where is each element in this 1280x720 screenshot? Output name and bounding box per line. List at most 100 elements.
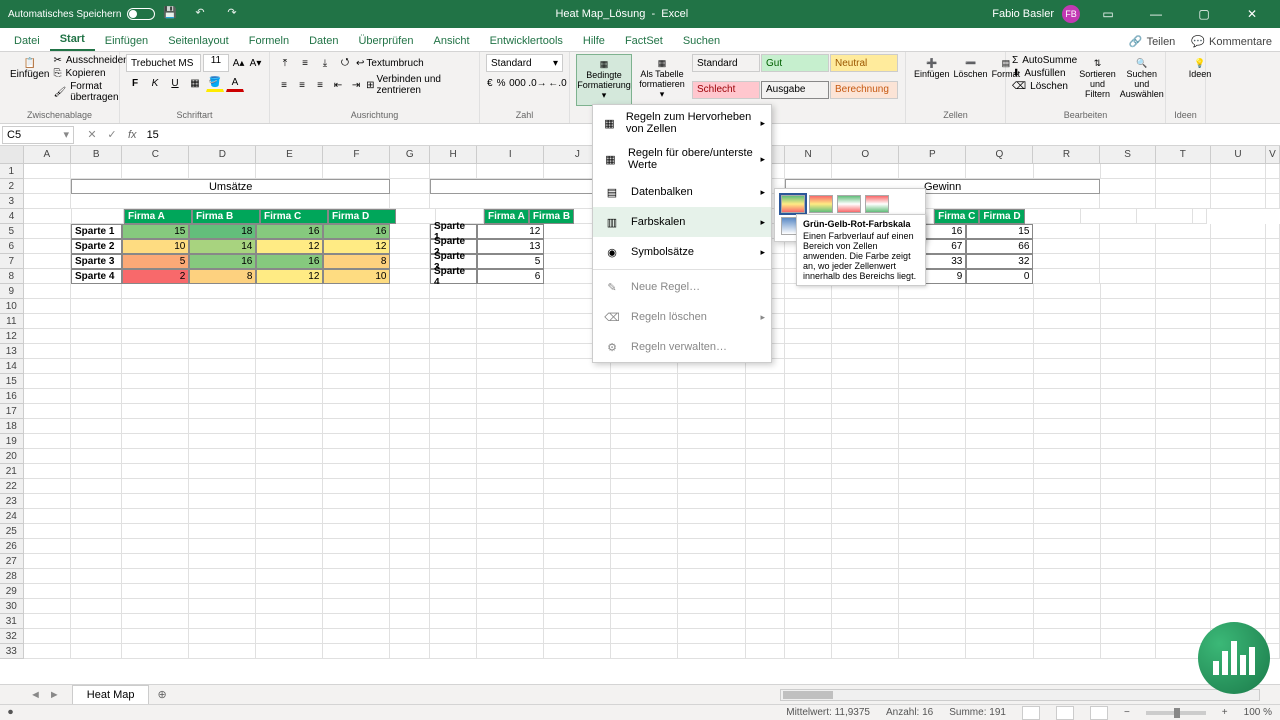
cell[interactable] (1101, 644, 1156, 659)
cell[interactable] (430, 344, 477, 359)
row-header[interactable]: 13 (0, 344, 24, 359)
cell[interactable] (678, 629, 745, 644)
cell[interactable] (1266, 629, 1280, 644)
cell[interactable] (24, 374, 71, 389)
cell[interactable] (785, 599, 832, 614)
cell[interactable] (899, 524, 966, 539)
cell[interactable] (24, 194, 71, 209)
cell[interactable] (899, 644, 966, 659)
cell[interactable] (189, 314, 256, 329)
cell[interactable] (611, 509, 678, 524)
cell[interactable] (430, 404, 477, 419)
cell[interactable] (189, 539, 256, 554)
zoom-level[interactable]: 100 % (1244, 707, 1272, 718)
cell[interactable] (746, 599, 785, 614)
cell[interactable] (678, 389, 745, 404)
cell[interactable] (832, 449, 899, 464)
row-header[interactable]: 33 (0, 644, 24, 659)
col-header[interactable]: T (1156, 146, 1211, 163)
cell[interactable] (1211, 389, 1266, 404)
cell[interactable] (966, 524, 1033, 539)
cell[interactable] (544, 539, 611, 554)
cell[interactable] (899, 464, 966, 479)
cell[interactable] (256, 554, 323, 569)
redo-icon[interactable]: ↷ (227, 6, 243, 22)
cell[interactable] (746, 584, 785, 599)
cell[interactable] (832, 509, 899, 524)
cell[interactable] (122, 359, 189, 374)
font-name-select[interactable]: Trebuchet MS (126, 54, 201, 72)
copy-button[interactable]: ⎘ Kopieren (53, 67, 128, 80)
cell[interactable] (1101, 539, 1156, 554)
cell[interactable] (122, 554, 189, 569)
cell[interactable]: 8 (323, 254, 390, 269)
font-size-select[interactable]: 11 (203, 54, 229, 72)
cell[interactable] (1034, 449, 1101, 464)
row-header[interactable]: 26 (0, 539, 24, 554)
cell[interactable] (611, 389, 678, 404)
cell[interactable] (430, 374, 477, 389)
cell[interactable] (323, 359, 390, 374)
cell[interactable] (1101, 614, 1156, 629)
cell[interactable] (1156, 509, 1211, 524)
cell[interactable] (477, 569, 544, 584)
cell[interactable] (1156, 254, 1211, 269)
cell[interactable] (966, 284, 1033, 299)
align-bottom-icon[interactable]: ⤓ (316, 54, 334, 72)
tab-ansicht[interactable]: Ansicht (423, 31, 479, 51)
cell[interactable] (832, 314, 899, 329)
sheet-nav-prev-icon[interactable]: ◄ (30, 689, 41, 701)
style-berechnung[interactable]: Berechnung (830, 81, 898, 99)
cell[interactable] (430, 644, 477, 659)
cell[interactable] (1266, 464, 1280, 479)
cell[interactable] (323, 299, 390, 314)
font-color-icon[interactable]: A (226, 74, 244, 92)
cell[interactable] (785, 464, 832, 479)
cell[interactable] (390, 509, 429, 524)
cell[interactable] (477, 434, 544, 449)
cell[interactable] (544, 509, 611, 524)
cell[interactable] (256, 569, 323, 584)
style-gut[interactable]: Gut (761, 54, 829, 72)
cell[interactable] (122, 374, 189, 389)
cell[interactable] (1034, 404, 1101, 419)
cell[interactable]: Firma B (192, 209, 260, 224)
sheet-nav-next-icon[interactable]: ► (49, 689, 60, 701)
fill-color-icon[interactable]: 🪣 (206, 74, 224, 92)
cell-styles-gallery[interactable]: Standard Gut Neutral Schlecht Ausgabe Be… (692, 54, 898, 106)
row-header[interactable]: 6 (0, 239, 24, 254)
cell[interactable] (832, 599, 899, 614)
cell[interactable] (477, 329, 544, 344)
cell[interactable] (611, 569, 678, 584)
cell[interactable] (1156, 344, 1211, 359)
cell[interactable] (71, 434, 122, 449)
cell[interactable]: 8 (189, 269, 256, 284)
cell[interactable] (1156, 314, 1211, 329)
cell[interactable] (678, 494, 745, 509)
cell[interactable] (430, 389, 477, 404)
cell[interactable] (122, 434, 189, 449)
cell[interactable] (832, 629, 899, 644)
cell[interactable] (71, 284, 122, 299)
cell[interactable]: Sparte 2 (71, 239, 122, 254)
cell[interactable] (832, 434, 899, 449)
cell[interactable] (785, 164, 832, 179)
cell[interactable] (122, 389, 189, 404)
cell[interactable] (746, 479, 785, 494)
cell[interactable] (323, 569, 390, 584)
cell[interactable] (430, 434, 477, 449)
cell[interactable] (1101, 284, 1156, 299)
cell[interactable] (189, 329, 256, 344)
cell[interactable] (477, 479, 544, 494)
cell[interactable] (1034, 314, 1101, 329)
row-header[interactable]: 25 (0, 524, 24, 539)
style-standard[interactable]: Standard (692, 54, 760, 72)
cell[interactable] (1034, 599, 1101, 614)
cell[interactable] (1101, 434, 1156, 449)
cell[interactable] (966, 599, 1033, 614)
comments-button[interactable]: 💬 Kommentare (1183, 32, 1280, 51)
cell[interactable] (1211, 359, 1266, 374)
cell[interactable] (477, 509, 544, 524)
tab-factset[interactable]: FactSet (615, 31, 673, 51)
row-header[interactable]: 23 (0, 494, 24, 509)
